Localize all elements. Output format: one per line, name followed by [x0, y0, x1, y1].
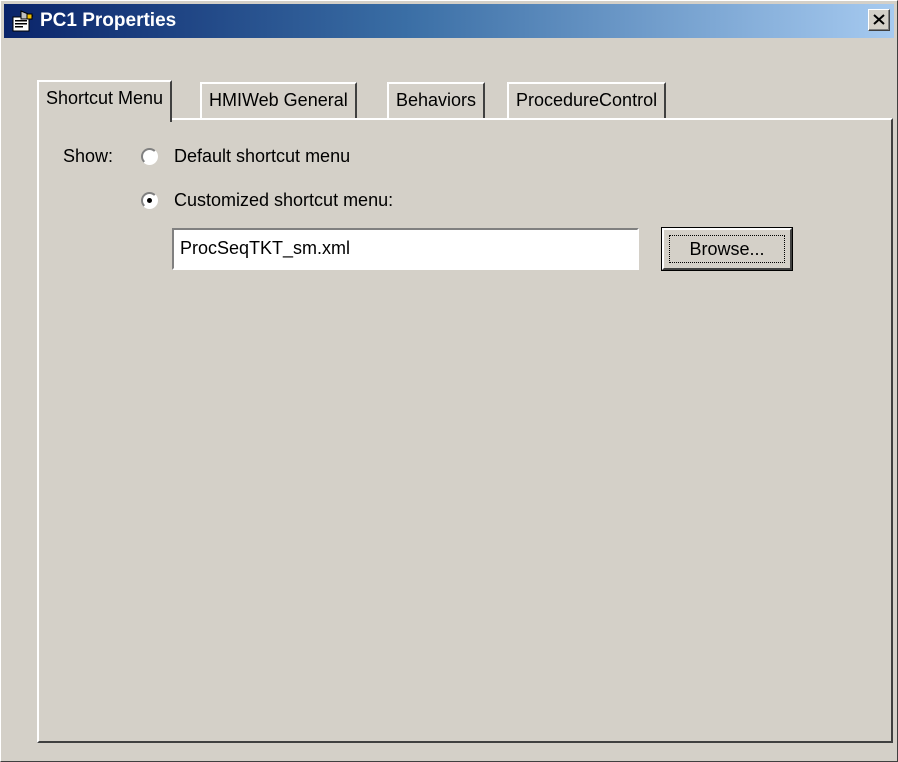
properties-window: PC1 Properties Shortcut Menu HMIWeb Gene…	[0, 0, 898, 762]
tab-hmiweb-general[interactable]: HMIWeb General	[200, 82, 357, 118]
show-label: Show:	[63, 146, 114, 166]
tab-behaviors[interactable]: Behaviors	[387, 82, 486, 118]
close-button[interactable]	[868, 9, 890, 31]
radio-default-label[interactable]: Default shortcut menu	[174, 146, 350, 167]
close-icon	[873, 14, 885, 25]
radio-selected-dot	[147, 198, 152, 203]
tab-shortcut-menu[interactable]: Shortcut Menu	[37, 80, 173, 122]
tab-panel-shortcut-menu	[37, 118, 893, 743]
browse-button-label: Browse...	[669, 235, 785, 263]
radio-customized-label[interactable]: Customized shortcut menu:	[174, 190, 393, 211]
radio-default-shortcut-menu[interactable]	[141, 148, 158, 165]
tab-procedurecontrol[interactable]: ProcedureControl	[507, 82, 667, 118]
properties-icon	[12, 10, 34, 32]
browse-button[interactable]: Browse...	[662, 228, 792, 270]
shortcut-menu-file-input[interactable]: ProcSeqTKT_sm.xml	[172, 228, 639, 270]
title-bar[interactable]: PC1 Properties	[4, 4, 894, 38]
window-title: PC1 Properties	[40, 10, 177, 31]
radio-customized-shortcut-menu[interactable]	[141, 192, 158, 209]
